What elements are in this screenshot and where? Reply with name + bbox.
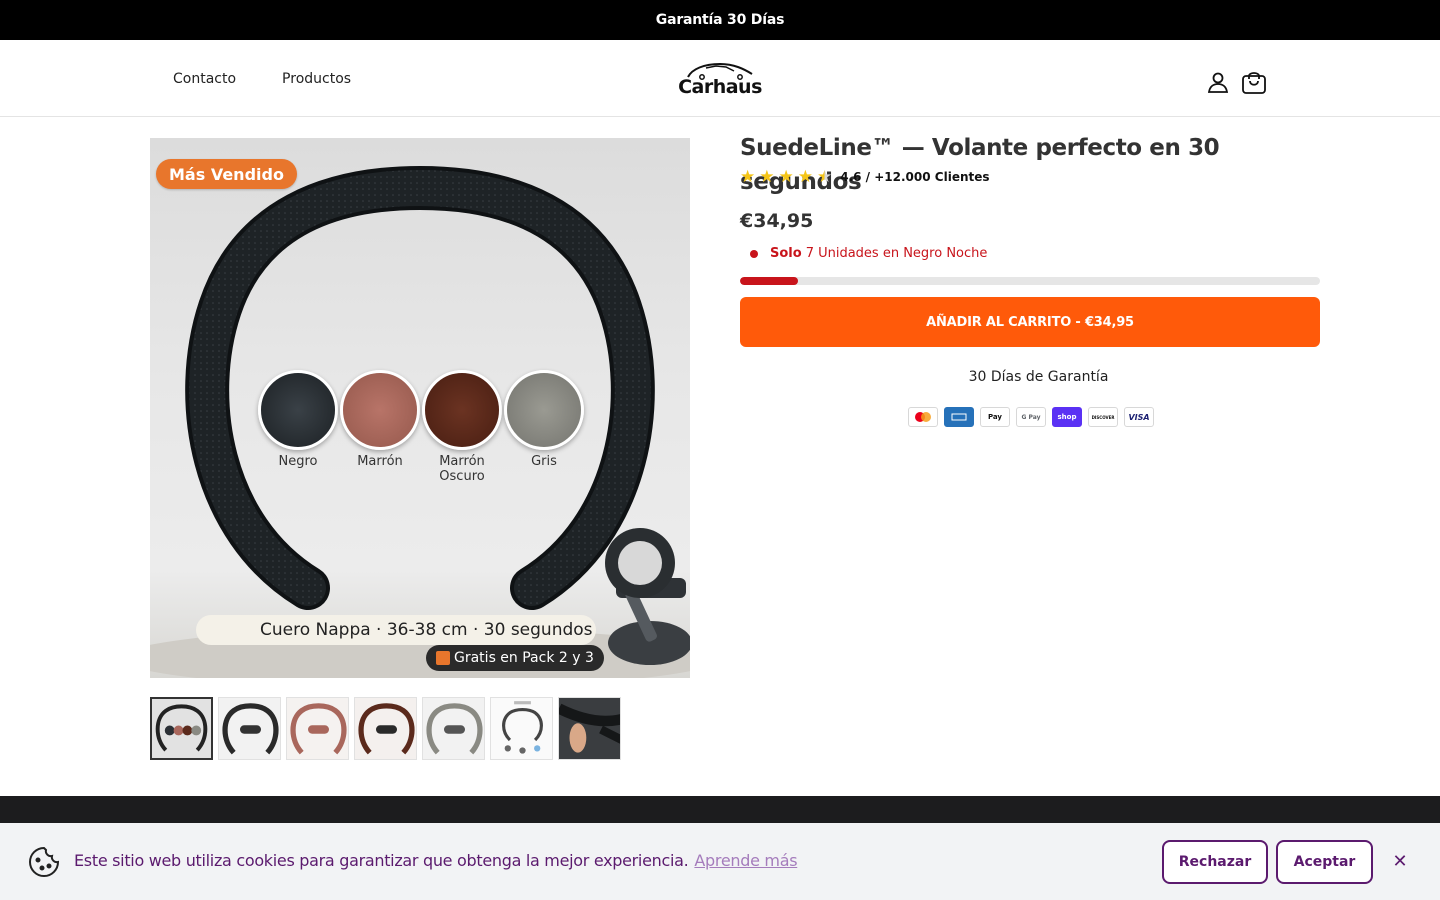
stock-dot-icon: [750, 249, 758, 258]
amex-icon: [944, 407, 974, 427]
swatch-gris-circle: [504, 370, 584, 450]
shoppay-label: shop: [1057, 413, 1077, 421]
logo-text: Carhaus: [678, 76, 762, 98]
thumbnail-1[interactable]: [150, 697, 213, 760]
cookie-reject-button[interactable]: Rechazar: [1162, 840, 1268, 884]
product-main-image[interactable]: Más Vendido Negro Marrón Marrón Oscuro G…: [150, 138, 690, 678]
thumbnail-4[interactable]: [354, 697, 417, 760]
thumbnail-7[interactable]: [558, 697, 621, 760]
product-price: €34,95: [740, 210, 814, 232]
thumbnail-3[interactable]: [286, 697, 349, 760]
main-nav: Contacto Productos: [173, 40, 351, 117]
star-icon: ★: [797, 167, 813, 187]
payment-icons: Pay G Pay shop DISCOVER VISA: [908, 407, 1154, 427]
thumbnail-strip: [150, 697, 621, 760]
image-caption: Cuero Nappa · 36-38 cm · 30 segundos: [196, 615, 596, 645]
swatch-marron-circle: [340, 370, 420, 450]
shoppay-icon: shop: [1052, 407, 1082, 427]
site-header: Contacto Productos Carhaus: [0, 40, 1440, 117]
guarantee-text: 30 Días de Garantía: [968, 369, 1109, 385]
cookie-text: Este sitio web utiliza cookies para gara…: [74, 851, 689, 870]
applepay-label: Pay: [987, 413, 1002, 421]
stock-progress-fill: [740, 277, 798, 285]
cookie-icon: [28, 846, 60, 878]
nav-link-productos[interactable]: Productos: [282, 71, 351, 87]
cookie-learn-more-link[interactable]: Aprende más: [694, 851, 797, 870]
swatch-marron-oscuro-circle: [422, 370, 502, 450]
site-logo[interactable]: Carhaus: [674, 62, 766, 102]
swatch-negro-circle: [258, 370, 338, 450]
thumbnail-5[interactable]: [422, 697, 485, 760]
applepay-icon: Pay: [980, 407, 1010, 427]
swatch-label: Marrón Oscuro: [439, 454, 485, 484]
swatch-gris: Gris: [494, 370, 594, 469]
stock-label: Solo: [770, 246, 802, 261]
gift-icon: [436, 651, 450, 665]
gratis-text: Gratis en Pack 2 y 3: [454, 650, 594, 666]
account-icon[interactable]: [1204, 68, 1232, 96]
visa-label: VISA: [1128, 412, 1150, 422]
googlepay-label: G Pay: [1021, 413, 1041, 421]
discover-label: DISCOVER: [1091, 414, 1115, 420]
star-icon: ★: [759, 167, 775, 187]
cookie-accept-button[interactable]: Aceptar: [1276, 840, 1373, 884]
add-to-cart-button[interactable]: AÑADIR AL CARRITO - €34,95: [740, 297, 1320, 347]
star-icon: ★: [778, 167, 794, 187]
mastercard-icon: [908, 407, 938, 427]
half-star-icon: ★: [817, 167, 833, 187]
rating-text: 4.6 / +12.000 Clientes: [840, 170, 990, 184]
cookie-banner: Este sitio web utiliza cookies para gara…: [0, 823, 1440, 900]
thumbnail-6[interactable]: [490, 697, 553, 760]
googlepay-icon: G Pay: [1016, 407, 1046, 427]
thumbnail-2[interactable]: [218, 697, 281, 760]
product-title: SuedeLine™ — Volante perfecto en 30 segu…: [740, 135, 1220, 195]
stock-text: 7 Unidades en Negro Noche: [805, 246, 988, 261]
star-icon: ★: [740, 167, 756, 187]
product-rating[interactable]: ★ ★ ★ ★ ★ 4.6 / +12.000 Clientes: [740, 167, 990, 187]
close-icon[interactable]: ✕: [1388, 849, 1412, 873]
gratis-pill: Gratis en Pack 2 y 3: [426, 645, 604, 671]
cookie-message: Este sitio web utiliza cookies para gara…: [74, 851, 798, 870]
best-seller-badge: Más Vendido: [156, 159, 297, 189]
swatch-label: Gris: [531, 454, 557, 469]
announcement-bar: Garantía 30 Días: [0, 0, 1440, 40]
stock-indicator: Solo 7 Unidades en Negro Noche: [750, 246, 987, 261]
cart-icon[interactable]: [1240, 68, 1268, 96]
announcement-text: Garantía 30 Días: [655, 12, 785, 28]
discover-icon: DISCOVER: [1088, 407, 1118, 427]
visa-icon: VISA: [1124, 407, 1154, 427]
nav-link-contacto[interactable]: Contacto: [173, 71, 236, 87]
stock-progress-bar: [740, 277, 1320, 285]
